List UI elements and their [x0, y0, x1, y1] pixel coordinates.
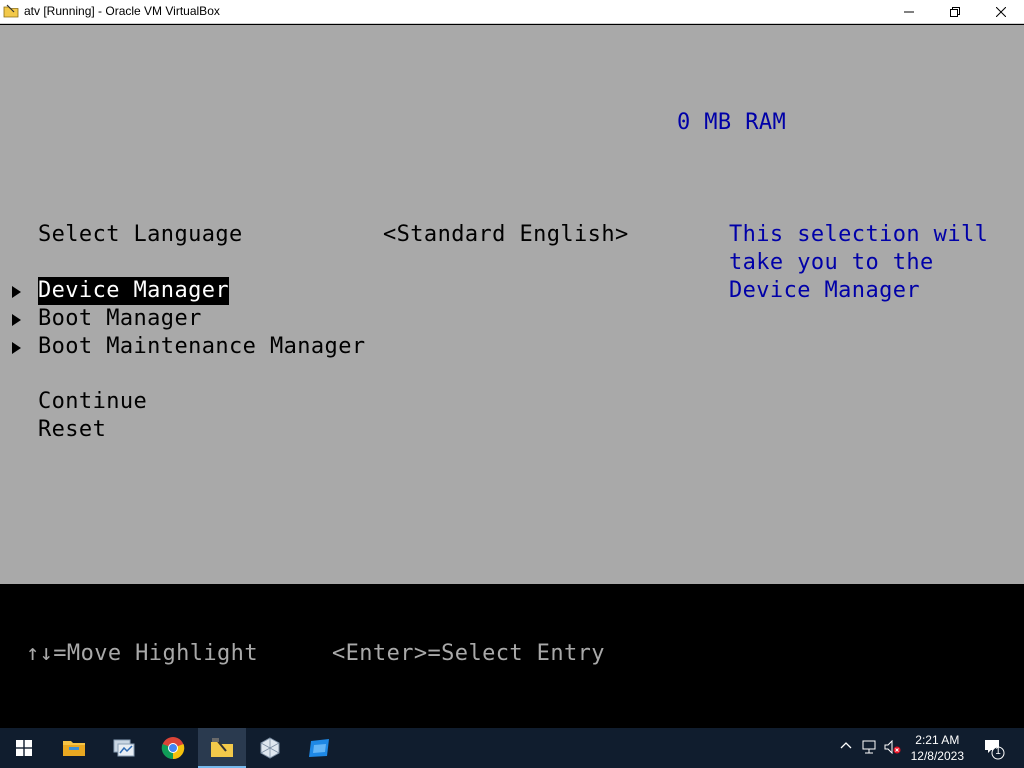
vm-screen[interactable]: 0 MB RAM Select Language <Standard Engli… [0, 25, 1024, 584]
start-button[interactable] [0, 728, 48, 768]
blue-app-icon [309, 739, 329, 757]
close-button[interactable] [978, 0, 1024, 23]
move-highlight-hint: ↑↓=Move Highlight [26, 641, 258, 666]
taskbar-blue-app[interactable] [296, 728, 344, 768]
select-language-label: Select Language [38, 222, 243, 247]
taskbar-virtualbox[interactable] [246, 728, 294, 768]
network-icon[interactable] [862, 740, 878, 758]
help-line: take you to the [729, 250, 934, 275]
network-tool-icon [113, 739, 135, 757]
taskbar-chrome[interactable] [149, 728, 197, 768]
help-line: This selection will [729, 222, 989, 247]
help-line: Device Manager [729, 278, 921, 303]
taskbar-folder-app[interactable] [198, 728, 246, 768]
bios-footer: ↑↓=Move Highlight <Enter>=Select Entry [0, 584, 1024, 728]
continue-action[interactable]: Continue [38, 388, 147, 416]
start-icon [16, 740, 32, 756]
submenu-arrow-icon [12, 314, 21, 326]
window-title: atv [Running] - Oracle VM VirtualBox [24, 4, 220, 18]
help-text: This selection will take you to the Devi… [729, 221, 988, 305]
ram-info: 0 MB RAM [677, 110, 787, 135]
volume-muted-icon[interactable] [884, 739, 902, 758]
close-icon [996, 6, 1006, 17]
clock-time: 2:21 AM [915, 733, 960, 747]
select-entry-hint: <Enter>=Select Entry [332, 641, 605, 666]
virtualbox-icon [260, 737, 280, 759]
folder-app-icon [211, 738, 233, 757]
menu-item-boot-maintenance-manager[interactable]: Boot Maintenance Manager [38, 333, 365, 361]
taskbar: 2:21 AM 12/8/2023 1 [0, 728, 1024, 768]
select-language-value[interactable]: <Standard English> [383, 221, 629, 249]
chrome-icon [161, 737, 185, 760]
show-hidden-icons-icon[interactable] [840, 740, 852, 756]
clock[interactable]: 2:21 AM 12/8/2023 [911, 732, 964, 764]
window-titlebar: atv [Running] - Oracle VM VirtualBox [0, 0, 1024, 24]
submenu-arrow-icon [12, 342, 21, 354]
submenu-arrow-icon [12, 286, 21, 298]
restore-button[interactable] [932, 0, 978, 23]
minimize-button[interactable] [886, 0, 932, 23]
restore-icon [950, 6, 960, 17]
notification-count: 1 [995, 746, 1001, 757]
file-explorer-icon [63, 741, 85, 756]
minimize-icon [904, 11, 914, 12]
reset-action[interactable]: Reset [38, 416, 106, 444]
action-center-button[interactable]: 1 [982, 736, 1006, 760]
virtualbox-folder-icon [3, 3, 19, 19]
taskbar-file-explorer[interactable] [50, 728, 98, 768]
menu-item-device-manager[interactable]: Device Manager [38, 277, 230, 305]
menu-item-boot-manager[interactable]: Boot Manager [38, 305, 202, 333]
clock-date: 12/8/2023 [910, 749, 964, 763]
taskbar-network-tool[interactable] [100, 728, 148, 768]
